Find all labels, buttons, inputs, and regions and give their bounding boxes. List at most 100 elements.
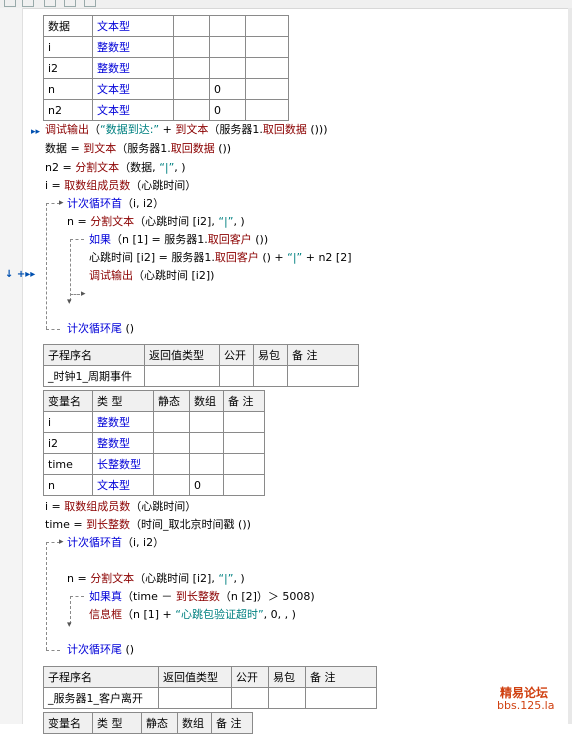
code-text: （时间_取北京时间戳 ()): [130, 518, 251, 531]
loop-flow-line: [46, 329, 60, 330]
code-line-assign-heartbeat[interactable]: 心跳时间 [i2] = 服务器1.取回客户 () + “|” + n2 [2]: [89, 250, 352, 265]
var-note-cell[interactable]: [245, 36, 289, 58]
var-note-cell[interactable]: [245, 99, 289, 121]
var-array-cell[interactable]: [209, 15, 246, 37]
var-type-cell[interactable]: 长整数型: [92, 453, 154, 475]
table-row: n 文本型 0: [43, 474, 265, 496]
code-text: （i, i2）: [122, 197, 165, 210]
var-note-cell[interactable]: [223, 411, 265, 433]
var-type-cell[interactable]: 文本型: [92, 78, 174, 100]
col-header: 备 注: [287, 344, 359, 366]
code-line-debug-output[interactable]: 调试输出（“数据到达:” + 到文本（服务器1.取回数据 ())): [45, 122, 328, 137]
var-type-cell[interactable]: 文本型: [92, 99, 174, 121]
code-line-loop-start[interactable]: 计次循环首（i, i2）: [67, 196, 164, 211]
var-static-cell[interactable]: [173, 99, 210, 121]
var-name-cell[interactable]: i2: [43, 57, 93, 79]
var-note-cell[interactable]: [223, 432, 265, 454]
code-text: （n [1] +: [122, 608, 176, 621]
var-name-cell[interactable]: i2: [43, 432, 93, 454]
sub-name-cell[interactable]: _时钟1_周期事件: [43, 365, 145, 387]
var-static-cell[interactable]: [173, 15, 210, 37]
var-array-cell[interactable]: [209, 57, 246, 79]
code-line-loop-start[interactable]: 计次循环首（i, i2）: [67, 535, 164, 550]
var-array-cell[interactable]: [189, 411, 224, 433]
code-line-loop-end[interactable]: 计次循环尾 (): [67, 642, 134, 657]
code-line-assign-data[interactable]: 数据 = 到文本（服务器1.取回数据 ()): [45, 141, 231, 156]
sub-public-cell[interactable]: [219, 365, 254, 387]
var-name-cell[interactable]: i: [43, 411, 93, 433]
sub-return-cell[interactable]: [144, 365, 220, 387]
col-header: 子程序名: [43, 666, 159, 688]
var-array-cell[interactable]: [189, 453, 224, 475]
sub-return-cell[interactable]: [158, 687, 232, 709]
var-static-cell[interactable]: [153, 432, 190, 454]
fn-loop-start: 计次循环首: [67, 197, 122, 210]
var-type-cell[interactable]: 文本型: [92, 15, 174, 37]
code-line-if[interactable]: 如果（n [1] = 服务器1.取回客户 ()): [89, 232, 268, 247]
fn-loop-end: 计次循环尾: [67, 322, 122, 335]
var-array-cell[interactable]: 0: [209, 99, 246, 121]
fn-to-long: 到长整数: [86, 518, 131, 531]
var-array-cell[interactable]: [189, 432, 224, 454]
var-static-cell[interactable]: [173, 36, 210, 58]
var-note-cell[interactable]: [245, 78, 289, 100]
sub-easy-cell[interactable]: [268, 687, 306, 709]
var-name-cell[interactable]: 数据: [43, 15, 93, 37]
var-name-cell[interactable]: n: [43, 474, 93, 496]
code-line-split-n[interactable]: n = 分割文本（心跳时间 [i2], “|”, ): [67, 571, 245, 586]
var-name-cell[interactable]: n: [43, 78, 93, 100]
code-line-msgbox[interactable]: 信息框（n [1] + “心跳包验证超时”, 0, , ): [89, 607, 296, 622]
var-static-cell[interactable]: [173, 57, 210, 79]
toolbar-icon-4[interactable]: [64, 0, 76, 7]
var-note-cell[interactable]: [223, 474, 265, 496]
var-type-cell[interactable]: 整数型: [92, 411, 154, 433]
code-text: i =: [45, 179, 65, 192]
table-row: _时钟1_周期事件: [43, 365, 359, 387]
code-line-assign-i[interactable]: i = 取数组成员数（心跳时间）: [45, 499, 196, 514]
code-line-assign-i[interactable]: i = 取数组成员数（心跳时间）: [45, 178, 196, 193]
code-line-assign-n2[interactable]: n2 = 分割文本（数据, “|”, ): [45, 160, 186, 175]
col-header: 静态: [153, 390, 190, 412]
sub-public-cell[interactable]: [231, 687, 269, 709]
var-static-cell[interactable]: [153, 453, 190, 475]
toolbar-icon-2[interactable]: [22, 0, 34, 7]
var-note-cell[interactable]: [223, 453, 265, 475]
var-name-cell[interactable]: i: [43, 36, 93, 58]
toolbar-icon-5[interactable]: [84, 0, 96, 7]
sub-name-cell[interactable]: _服务器1_客户离开: [43, 687, 159, 709]
var-static-cell[interactable]: [153, 474, 190, 496]
var-note-cell[interactable]: [245, 15, 289, 37]
code-line-assign-time[interactable]: time = 到长整数（时间_取北京时间戳 ()): [45, 517, 251, 532]
var-static-cell[interactable]: [153, 411, 190, 433]
code-line-if-true[interactable]: 如果真（time － 到长整数（n [2]）＞ 5008): [89, 589, 315, 604]
sub-note-cell[interactable]: [305, 687, 377, 709]
var-type-cell[interactable]: 整数型: [92, 36, 174, 58]
code-text: , ): [233, 215, 245, 228]
col-header: 备 注: [211, 712, 253, 734]
var-note-cell[interactable]: [245, 57, 289, 79]
sub-easy-cell[interactable]: [253, 365, 288, 387]
var-array-cell[interactable]: 0: [209, 78, 246, 100]
col-header: 静态: [141, 712, 178, 734]
col-header: 变量名: [43, 390, 93, 412]
breakpoint-arrow-icon[interactable]: ▸▸: [31, 128, 40, 137]
var-type-cell[interactable]: 文本型: [92, 474, 154, 496]
var-array-cell[interactable]: 0: [189, 474, 224, 496]
var-static-cell[interactable]: [173, 78, 210, 100]
table-header-row: 变量名 类 型 静态 数组 备 注: [43, 712, 253, 734]
var-type-cell[interactable]: 整数型: [92, 57, 174, 79]
toolbar-icon-1[interactable]: [4, 0, 16, 7]
var-name-cell[interactable]: n2: [43, 99, 93, 121]
code-line-loop-end[interactable]: 计次循环尾 (): [67, 321, 134, 336]
toolbar-icon-3[interactable]: [44, 0, 56, 7]
current-line-marker-icon[interactable]: ↓ +▸▸: [5, 269, 35, 280]
var-name-cell[interactable]: time: [43, 453, 93, 475]
var-type-cell[interactable]: 整数型: [92, 432, 154, 454]
var-array-cell[interactable]: [209, 36, 246, 58]
vertical-scrollbar[interactable]: [568, 8, 572, 724]
code-line-split-n[interactable]: n = 分割文本（心跳时间 [i2], “|”, ): [67, 214, 245, 229]
flow-arrow-icon: ▾: [67, 297, 72, 307]
fn-to-text: 到文本: [175, 123, 209, 136]
sub-note-cell[interactable]: [287, 365, 359, 387]
code-line-debug-output-2[interactable]: 调试输出（心跳时间 [i2]): [89, 268, 214, 283]
